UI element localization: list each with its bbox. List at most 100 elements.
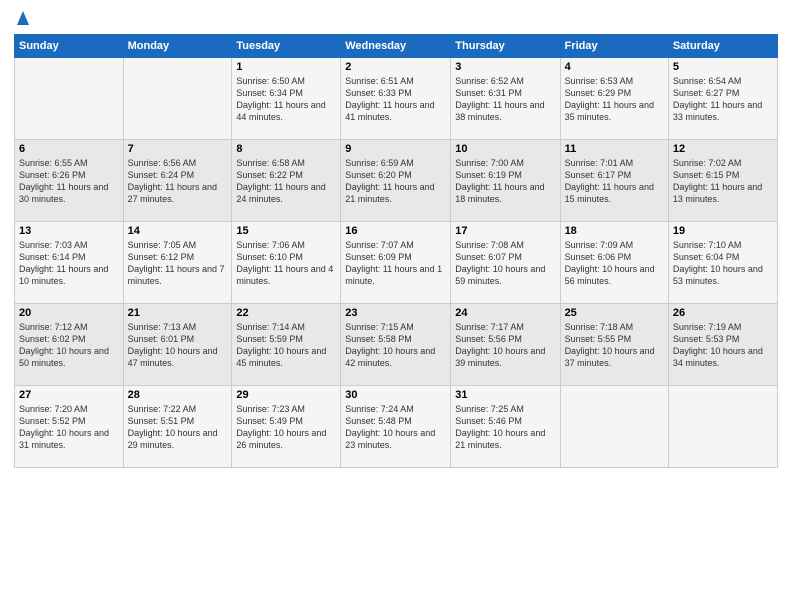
day-number: 6 bbox=[19, 143, 119, 155]
header-cell-friday: Friday bbox=[560, 35, 668, 58]
day-number: 22 bbox=[236, 307, 336, 319]
calendar-cell: 25 Sunrise: 7:18 AMSunset: 5:55 PMDayligh… bbox=[560, 304, 668, 386]
day-number: 10 bbox=[455, 143, 555, 155]
day-number: 31 bbox=[455, 389, 555, 401]
day-info: Sunrise: 6:50 AMSunset: 6:34 PMDaylight:… bbox=[236, 75, 336, 124]
day-number: 23 bbox=[345, 307, 446, 319]
day-info: Sunrise: 7:14 AMSunset: 5:59 PMDaylight:… bbox=[236, 321, 336, 370]
day-number: 20 bbox=[19, 307, 119, 319]
header-cell-monday: Monday bbox=[123, 35, 232, 58]
day-number: 8 bbox=[236, 143, 336, 155]
day-info: Sunrise: 7:06 AMSunset: 6:10 PMDaylight:… bbox=[236, 239, 336, 288]
calendar-week-2: 6 Sunrise: 6:55 AMSunset: 6:26 PMDaylight… bbox=[15, 140, 778, 222]
day-info: Sunrise: 7:12 AMSunset: 6:02 PMDaylight:… bbox=[19, 321, 119, 370]
calendar-cell: 20 Sunrise: 7:12 AMSunset: 6:02 PMDayligh… bbox=[15, 304, 124, 386]
header-cell-sunday: Sunday bbox=[15, 35, 124, 58]
day-info: Sunrise: 6:54 AMSunset: 6:27 PMDaylight:… bbox=[673, 75, 773, 124]
calendar-cell: 16 Sunrise: 7:07 AMSunset: 6:09 PMDayligh… bbox=[341, 222, 451, 304]
day-number: 13 bbox=[19, 225, 119, 237]
calendar-cell: 13 Sunrise: 7:03 AMSunset: 6:14 PMDayligh… bbox=[15, 222, 124, 304]
day-number: 17 bbox=[455, 225, 555, 237]
day-info: Sunrise: 6:53 AMSunset: 6:29 PMDaylight:… bbox=[565, 75, 664, 124]
calendar-cell: 28 Sunrise: 7:22 AMSunset: 5:51 PMDayligh… bbox=[123, 386, 232, 468]
calendar-week-1: 1 Sunrise: 6:50 AMSunset: 6:34 PMDaylight… bbox=[15, 58, 778, 140]
day-info: Sunrise: 6:51 AMSunset: 6:33 PMDaylight:… bbox=[345, 75, 446, 124]
calendar-cell: 10 Sunrise: 7:00 AMSunset: 6:19 PMDayligh… bbox=[451, 140, 560, 222]
day-info: Sunrise: 6:55 AMSunset: 6:26 PMDaylight:… bbox=[19, 157, 119, 206]
day-number: 28 bbox=[128, 389, 228, 401]
day-number: 29 bbox=[236, 389, 336, 401]
day-info: Sunrise: 7:22 AMSunset: 5:51 PMDaylight:… bbox=[128, 403, 228, 452]
calendar-cell bbox=[15, 58, 124, 140]
calendar-cell: 22 Sunrise: 7:14 AMSunset: 5:59 PMDayligh… bbox=[232, 304, 341, 386]
calendar-week-5: 27 Sunrise: 7:20 AMSunset: 5:52 PMDayligh… bbox=[15, 386, 778, 468]
day-number: 12 bbox=[673, 143, 773, 155]
day-info: Sunrise: 7:10 AMSunset: 6:04 PMDaylight:… bbox=[673, 239, 773, 288]
header-cell-saturday: Saturday bbox=[668, 35, 777, 58]
calendar-week-3: 13 Sunrise: 7:03 AMSunset: 6:14 PMDayligh… bbox=[15, 222, 778, 304]
day-info: Sunrise: 7:15 AMSunset: 5:58 PMDaylight:… bbox=[345, 321, 446, 370]
day-number: 16 bbox=[345, 225, 446, 237]
page-header bbox=[14, 10, 778, 28]
day-number: 26 bbox=[673, 307, 773, 319]
day-info: Sunrise: 7:00 AMSunset: 6:19 PMDaylight:… bbox=[455, 157, 555, 206]
calendar-cell: 30 Sunrise: 7:24 AMSunset: 5:48 PMDayligh… bbox=[341, 386, 451, 468]
day-number: 1 bbox=[236, 61, 336, 73]
day-info: Sunrise: 6:52 AMSunset: 6:31 PMDaylight:… bbox=[455, 75, 555, 124]
calendar-cell: 11 Sunrise: 7:01 AMSunset: 6:17 PMDayligh… bbox=[560, 140, 668, 222]
day-info: Sunrise: 6:58 AMSunset: 6:22 PMDaylight:… bbox=[236, 157, 336, 206]
calendar-cell: 21 Sunrise: 7:13 AMSunset: 6:01 PMDayligh… bbox=[123, 304, 232, 386]
day-info: Sunrise: 6:56 AMSunset: 6:24 PMDaylight:… bbox=[128, 157, 228, 206]
calendar-cell: 3 Sunrise: 6:52 AMSunset: 6:31 PMDaylight… bbox=[451, 58, 560, 140]
day-info: Sunrise: 7:07 AMSunset: 6:09 PMDaylight:… bbox=[345, 239, 446, 288]
day-number: 9 bbox=[345, 143, 446, 155]
day-info: Sunrise: 7:24 AMSunset: 5:48 PMDaylight:… bbox=[345, 403, 446, 452]
day-number: 21 bbox=[128, 307, 228, 319]
calendar-cell: 29 Sunrise: 7:23 AMSunset: 5:49 PMDayligh… bbox=[232, 386, 341, 468]
header-cell-thursday: Thursday bbox=[451, 35, 560, 58]
day-number: 4 bbox=[565, 61, 664, 73]
day-info: Sunrise: 7:19 AMSunset: 5:53 PMDaylight:… bbox=[673, 321, 773, 370]
calendar-cell: 18Sunrise: 7:09 AMSunset: 6:06 PMDayligh… bbox=[560, 222, 668, 304]
day-info: Sunrise: 7:01 AMSunset: 6:17 PMDaylight:… bbox=[565, 157, 664, 206]
calendar-cell: 9Sunrise: 6:59 AMSunset: 6:20 PMDaylight… bbox=[341, 140, 451, 222]
day-number: 18 bbox=[565, 225, 664, 237]
header-cell-wednesday: Wednesday bbox=[341, 35, 451, 58]
calendar-cell: 24Sunrise: 7:17 AMSunset: 5:56 PMDayligh… bbox=[451, 304, 560, 386]
day-info: Sunrise: 7:20 AMSunset: 5:52 PMDaylight:… bbox=[19, 403, 119, 452]
day-number: 14 bbox=[128, 225, 228, 237]
day-info: Sunrise: 7:25 AMSunset: 5:46 PMDaylight:… bbox=[455, 403, 555, 452]
day-info: Sunrise: 7:08 AMSunset: 6:07 PMDaylight:… bbox=[455, 239, 555, 288]
calendar-table: SundayMondayTuesdayWednesdayThursdayFrid… bbox=[14, 34, 778, 468]
calendar-cell bbox=[668, 386, 777, 468]
day-number: 3 bbox=[455, 61, 555, 73]
calendar-cell: 19 Sunrise: 7:10 AMSunset: 6:04 PMDayligh… bbox=[668, 222, 777, 304]
logo bbox=[14, 10, 29, 28]
calendar-cell: 17 Sunrise: 7:08 AMSunset: 6:07 PMDayligh… bbox=[451, 222, 560, 304]
day-number: 25 bbox=[565, 307, 664, 319]
day-number: 15 bbox=[236, 225, 336, 237]
day-info: Sunrise: 7:17 AMSunset: 5:56 PMDaylight:… bbox=[455, 321, 555, 370]
calendar-cell: 7 Sunrise: 6:56 AMSunset: 6:24 PMDaylight… bbox=[123, 140, 232, 222]
day-info: Sunrise: 7:18 AMSunset: 5:55 PMDaylight:… bbox=[565, 321, 664, 370]
day-number: 7 bbox=[128, 143, 228, 155]
calendar-cell: 8 Sunrise: 6:58 AMSunset: 6:22 PMDaylight… bbox=[232, 140, 341, 222]
calendar-cell bbox=[123, 58, 232, 140]
logo-arrow-icon bbox=[15, 10, 29, 28]
day-info: Sunrise: 7:23 AMSunset: 5:49 PMDaylight:… bbox=[236, 403, 336, 452]
header-row: SundayMondayTuesdayWednesdayThursdayFrid… bbox=[15, 35, 778, 58]
calendar-cell: 14Sunrise: 7:05 AMSunset: 6:12 PMDayligh… bbox=[123, 222, 232, 304]
day-info: Sunrise: 7:13 AMSunset: 6:01 PMDaylight:… bbox=[128, 321, 228, 370]
calendar-cell: 31 Sunrise: 7:25 AMSunset: 5:46 PMDayligh… bbox=[451, 386, 560, 468]
day-number: 27 bbox=[19, 389, 119, 401]
day-info: Sunrise: 7:03 AMSunset: 6:14 PMDaylight:… bbox=[19, 239, 119, 288]
day-number: 19 bbox=[673, 225, 773, 237]
day-number: 2 bbox=[345, 61, 446, 73]
calendar-cell: 4 Sunrise: 6:53 AMSunset: 6:29 PMDaylight… bbox=[560, 58, 668, 140]
day-number: 11 bbox=[565, 143, 664, 155]
calendar-cell: 23 Sunrise: 7:15 AMSunset: 5:58 PMDayligh… bbox=[341, 304, 451, 386]
calendar-cell: 1 Sunrise: 6:50 AMSunset: 6:34 PMDaylight… bbox=[232, 58, 341, 140]
day-number: 5 bbox=[673, 61, 773, 73]
day-number: 30 bbox=[345, 389, 446, 401]
calendar-cell: 6 Sunrise: 6:55 AMSunset: 6:26 PMDaylight… bbox=[15, 140, 124, 222]
